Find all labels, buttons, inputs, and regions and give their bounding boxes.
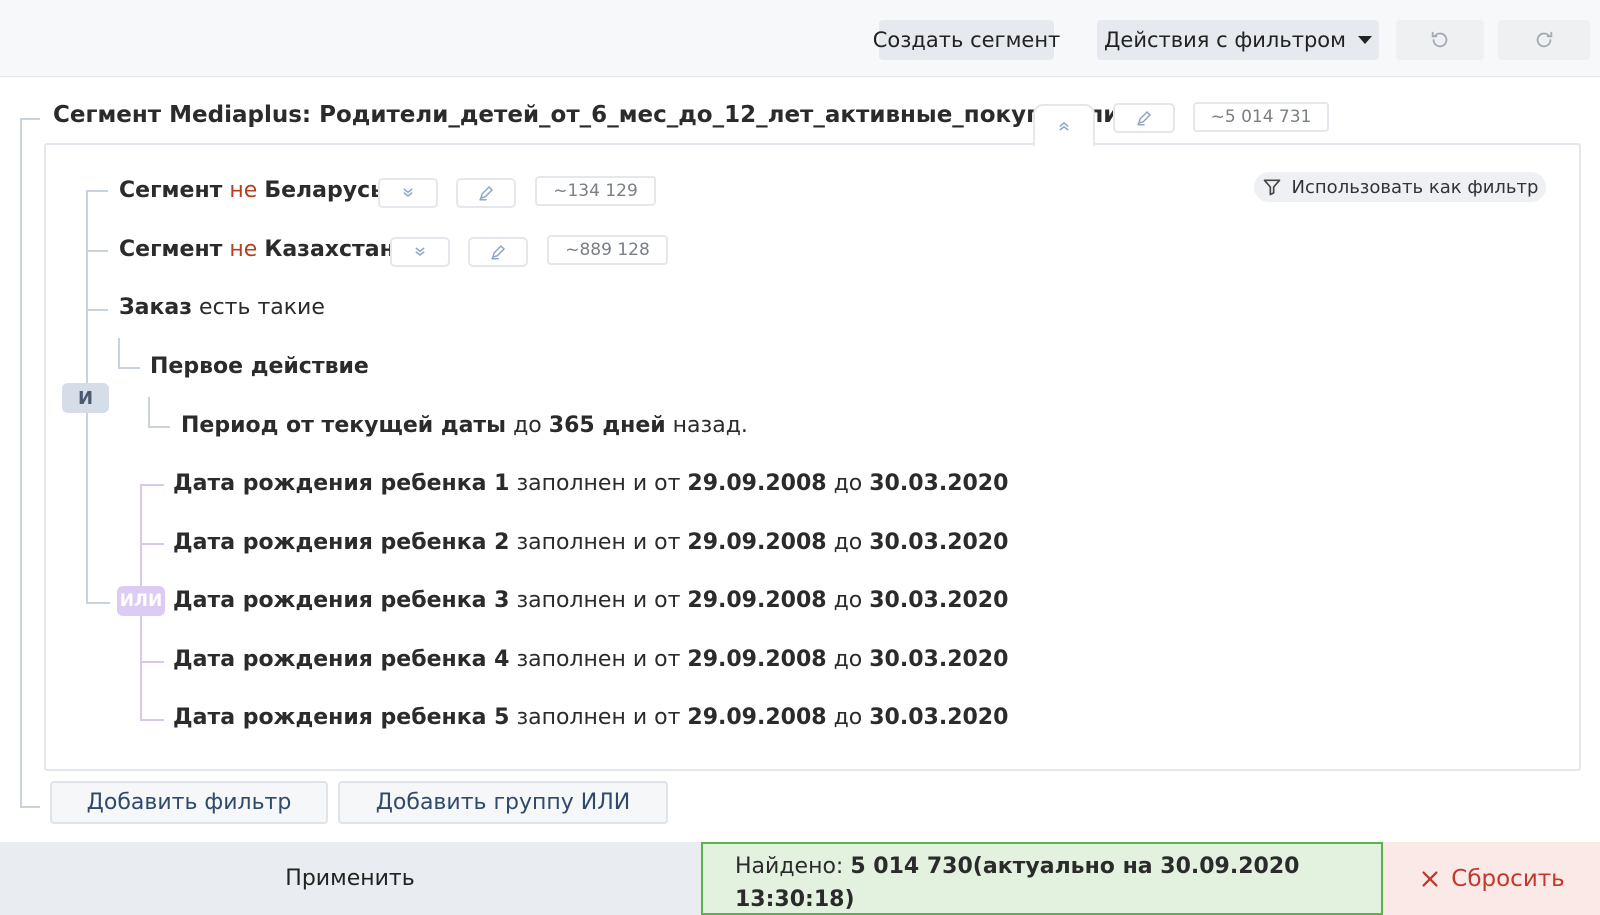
negation-label: не: [229, 178, 258, 203]
or-branch: [140, 543, 164, 545]
filter-actions-dropdown[interactable]: Действия с фильтром: [1097, 20, 1379, 60]
period-row: Период от текущей даты до 365 дней назад…: [181, 413, 748, 438]
condition-kazakhstan: Сегмент не Казахстан: [119, 237, 395, 262]
period-label: Период от текущей даты: [181, 413, 507, 438]
reset-label: Сбросить: [1451, 865, 1565, 892]
period-value: 365 дней: [548, 413, 666, 438]
condition-belarus: Сегмент не Беларусь: [119, 178, 384, 203]
chevron-up-double-icon: [1059, 122, 1069, 131]
filter-icon: [1263, 179, 1280, 196]
use-as-filter-button[interactable]: Использовать как фильтр: [1254, 172, 1546, 202]
tree-branch: [86, 602, 110, 604]
top-toolbar: Создать сегмент Действия с фильтром: [0, 0, 1600, 77]
collapse-segment-button[interactable]: [1033, 104, 1095, 146]
edit-kazakhstan-button[interactable]: [468, 237, 528, 267]
tree-branch: [86, 190, 108, 192]
action-sub-line: [148, 397, 150, 428]
or-operator-badge[interactable]: ИЛИ: [117, 586, 165, 616]
segment-title: Сегмент Mediaplus: Родители_детей_от_6_м…: [53, 102, 1171, 128]
period-mid: до: [513, 413, 542, 438]
create-segment-button[interactable]: Создать сегмент: [873, 20, 1060, 60]
found-result-box: Найдено: 5 014 730(актуально на 30.09.20…: [701, 842, 1383, 915]
close-icon: [1422, 870, 1438, 887]
birthdate-to: 30.03.2020: [869, 705, 1009, 730]
birthdate-label: Дата рождения ребенка 2: [173, 530, 510, 555]
birthdate-label: Дата рождения ребенка 4: [173, 647, 510, 672]
edit-belarus-button[interactable]: [456, 178, 516, 208]
or-branch: [140, 661, 164, 663]
birthdate-from: 29.09.2008: [687, 647, 827, 672]
birthdate-label: Дата рождения ребенка 1: [173, 471, 510, 496]
birthdate-row-1: Дата рождения ребенка 1 заполнен и от 29…: [173, 471, 1008, 496]
pencil-icon: [479, 185, 494, 201]
expand-belarus-button[interactable]: [378, 178, 438, 208]
birthdate-mid: заполнен и от: [516, 530, 681, 555]
outer-bracket: [20, 118, 40, 808]
birthdate-to: 30.03.2020: [869, 588, 1009, 613]
filter-actions-label: Действия с фильтром: [1104, 28, 1346, 52]
pencil-icon: [491, 244, 506, 260]
chevron-down-double-icon: [415, 247, 425, 256]
condition-name: Казахстан: [264, 237, 395, 262]
birthdate-to-word: до: [833, 471, 863, 496]
birthdate-to: 30.03.2020: [869, 530, 1009, 555]
condition-name: Заказ: [119, 295, 193, 320]
or-branch: [140, 484, 164, 486]
tree-branch: [86, 250, 108, 252]
and-operator-badge[interactable]: И: [62, 383, 109, 413]
redo-icon: [1536, 31, 1553, 48]
birthdate-to-word: до: [833, 647, 863, 672]
birthdate-to: 30.03.2020: [869, 471, 1009, 496]
birthdate-mid: заполнен и от: [516, 705, 681, 730]
birthdate-row-3: Дата рождения ребенка 3 заполнен и от 29…: [173, 588, 1008, 613]
condition-prefix: Сегмент: [119, 178, 223, 203]
birthdate-from: 29.09.2008: [687, 530, 827, 555]
tree-branch: [86, 309, 108, 311]
birthdate-mid: заполнен и от: [516, 588, 681, 613]
condition-prefix: Сегмент: [119, 237, 223, 262]
apply-button[interactable]: Применить: [0, 842, 700, 915]
reset-button[interactable]: Сбросить: [1384, 842, 1600, 915]
segment-count: ~5 014 731: [1193, 102, 1329, 132]
birthdate-mid: заполнен и от: [516, 647, 681, 672]
birthdate-row-4: Дата рождения ребенка 4 заполнен и от 29…: [173, 647, 1008, 672]
birthdate-row-5: Дата рождения ребенка 5 заполнен и от 29…: [173, 705, 1008, 730]
birthdate-from: 29.09.2008: [687, 588, 827, 613]
birthdate-label: Дата рождения ребенка 3: [173, 588, 510, 613]
add-or-group-button[interactable]: Добавить группу ИЛИ: [338, 781, 668, 824]
birthdate-from: 29.09.2008: [687, 705, 827, 730]
order-sub-line: [118, 338, 120, 369]
undo-button[interactable]: [1396, 20, 1484, 60]
add-filter-button[interactable]: Добавить фильтр: [50, 781, 328, 824]
belarus-count: ~134 129: [535, 176, 656, 206]
use-as-filter-label: Использовать как фильтр: [1291, 176, 1539, 198]
condition-name: Беларусь: [264, 178, 385, 203]
birthdate-to-word: до: [833, 705, 863, 730]
pencil-icon: [1137, 110, 1152, 126]
birthdate-row-2: Дата рождения ребенка 2 заполнен и от 29…: [173, 530, 1008, 555]
expand-kazakhstan-button[interactable]: [390, 237, 450, 267]
kazakhstan-count: ~889 128: [547, 235, 668, 265]
condition-rest: есть такие: [199, 295, 325, 320]
or-branch: [140, 719, 164, 721]
chevron-down-double-icon: [403, 188, 413, 197]
found-prefix: Найдено:: [735, 854, 844, 879]
condition-order: Заказ есть такие: [119, 295, 325, 320]
birthdate-mid: заполнен и от: [516, 471, 681, 496]
birthdate-to: 30.03.2020: [869, 647, 1009, 672]
tree-branch: [148, 426, 170, 428]
period-tail: назад.: [672, 413, 748, 438]
birthdate-label: Дата рождения ребенка 5: [173, 705, 510, 730]
birthdate-from: 29.09.2008: [687, 471, 827, 496]
negation-label: не: [229, 237, 258, 262]
undo-icon: [1431, 31, 1448, 48]
birthdate-to-word: до: [833, 530, 863, 555]
caret-down-icon: [1357, 36, 1372, 44]
edit-segment-button[interactable]: [1113, 103, 1175, 133]
birthdate-to-word: до: [833, 588, 863, 613]
tree-branch: [118, 367, 140, 369]
first-action-row: Первое действие: [150, 354, 369, 379]
redo-button[interactable]: [1498, 20, 1590, 60]
first-action-label: Первое действие: [150, 354, 369, 379]
